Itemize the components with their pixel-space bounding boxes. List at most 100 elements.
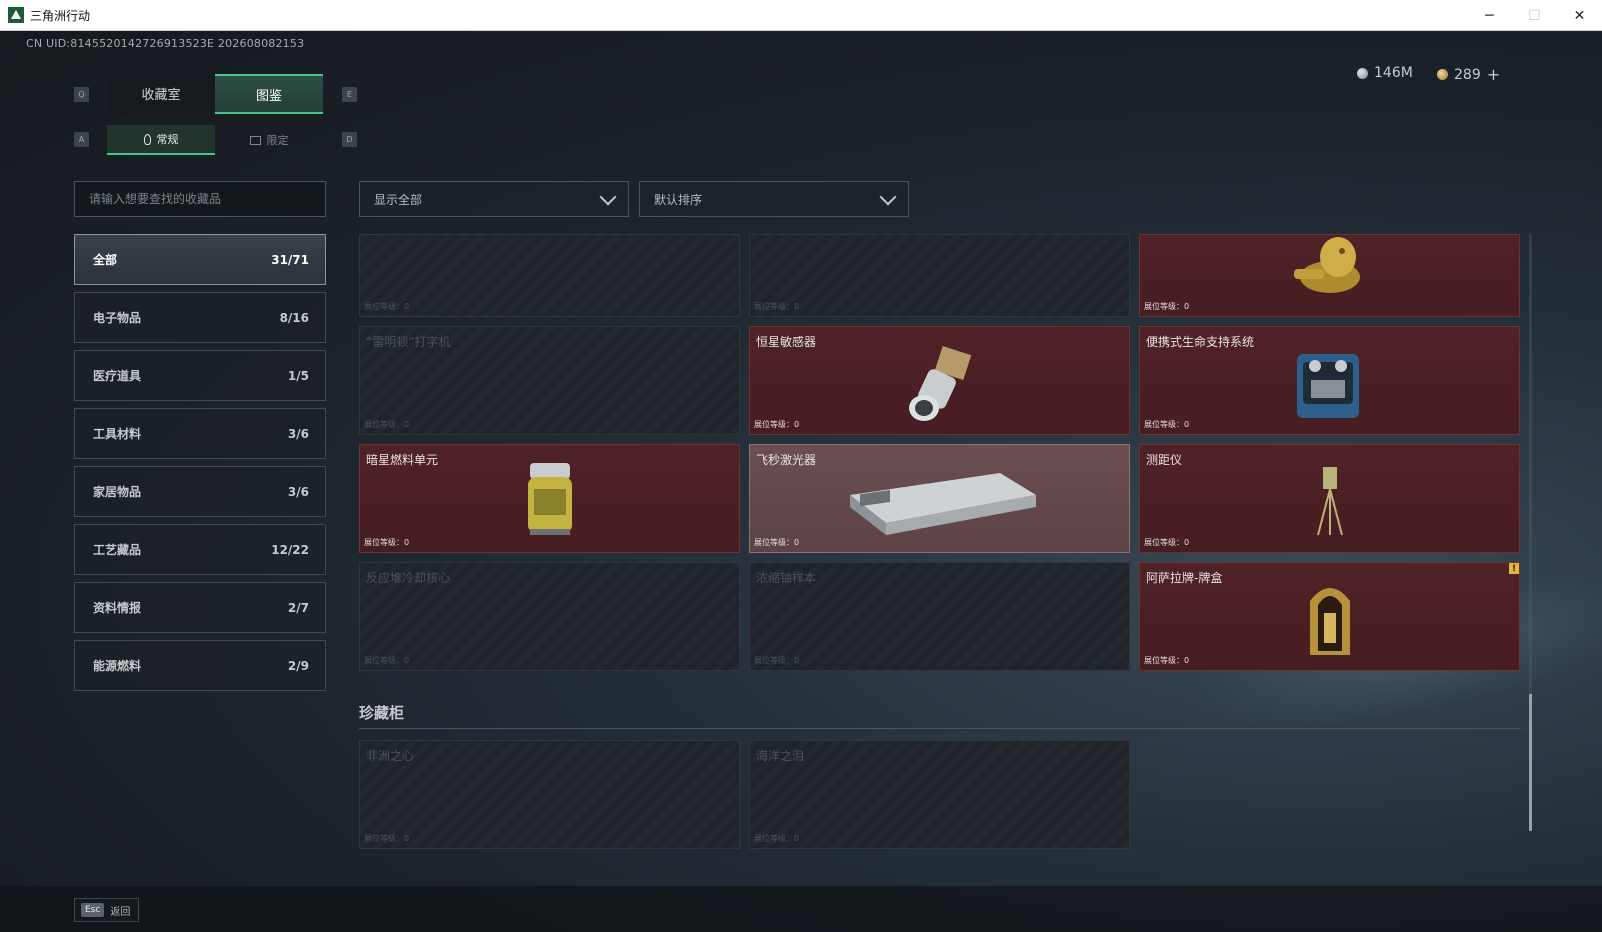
sidebar-item-intel[interactable]: 资料情报 2/7 — [74, 582, 326, 633]
tab-catalog[interactable]: 图鉴 — [215, 74, 323, 114]
keyhint-a: A — [74, 132, 89, 147]
card-name: 海洋之泪 — [756, 749, 805, 763]
sidebar-item-count: 12/22 — [271, 542, 309, 557]
collection-card[interactable]: 反应堆冷却核心 展位等级：0 — [359, 562, 740, 671]
silver-currency: 146M — [1357, 65, 1413, 81]
silver-coin-icon — [1357, 67, 1368, 79]
star-sensor-icon — [908, 345, 971, 421]
sidebar-item-count: 8/16 — [279, 310, 309, 325]
frame-icon — [249, 135, 261, 145]
sidebar-item-count: 1/5 — [287, 368, 309, 383]
card-level: 展位等级：0 — [754, 538, 800, 547]
window-title: 三角洲行动 — [30, 8, 91, 23]
section-divider — [359, 728, 1521, 729]
card-level: 展位等级：0 — [1144, 420, 1190, 429]
back-button[interactable]: Esc 返回 — [74, 898, 140, 922]
rangefinder-icon — [1316, 466, 1343, 535]
collection-card[interactable]: 展位等级：0 — [359, 234, 740, 317]
category-sidebar: 全部 31/71 电子物品 8/16 医疗道具 1/5 工具材料 3/6 家居物… — [74, 234, 326, 698]
tab-limited[interactable]: 限定 — [215, 125, 323, 155]
sidebar-item-count: 31/71 — [271, 252, 309, 267]
sidebar-item-count: 2/9 — [287, 658, 309, 673]
sidebar-item-label: 医疗道具 — [93, 369, 142, 383]
footer-bar: Esc 返回 — [0, 886, 1602, 932]
esc-key: Esc — [81, 903, 105, 917]
tab-collection-room[interactable]: 收藏室 — [107, 74, 215, 114]
close-icon[interactable]: ✕ — [1557, 0, 1602, 31]
treasure-section-title: 珍藏柜 — [359, 704, 405, 722]
keyhint-e: E — [342, 87, 357, 102]
sidebar-item-count: 3/6 — [287, 426, 309, 441]
chevron-down-icon — [879, 188, 897, 206]
sidebar-item-fuel[interactable]: 能源燃料 2/9 — [74, 640, 326, 691]
scrollbar-thumb[interactable] — [1529, 694, 1532, 831]
card-name: 恒星敏感器 — [756, 335, 817, 349]
maximize-icon[interactable]: ☐ — [1512, 0, 1557, 31]
collection-card[interactable]: 恒星敏感器 展位等级：0 — [749, 326, 1130, 435]
collection-card[interactable]: “雷明顿”打字机 展位等级：0 — [359, 326, 740, 435]
collection-card[interactable]: 阿萨拉牌-牌盒 ! 展位等级：0 — [1139, 562, 1520, 671]
sidebar-item-label: 工具材料 — [93, 427, 142, 441]
sidebar-item-label: 全部 — [93, 253, 118, 267]
search-input[interactable] — [74, 181, 326, 217]
card-name: 阿萨拉牌-牌盒 — [1146, 571, 1223, 585]
femtosecond-laser-icon — [849, 472, 1036, 535]
flame-icon — [143, 133, 151, 145]
add-currency-button[interactable]: + — [1487, 65, 1500, 84]
collection-card[interactable]: 测距仪 展位等级：0 — [1139, 444, 1520, 553]
sidebar-item-count: 3/6 — [287, 484, 309, 499]
card-level: 展位等级：0 — [1144, 538, 1190, 547]
card-level: 展位等级：0 — [754, 656, 800, 665]
sidebar-item-label: 资料情报 — [93, 601, 142, 615]
gold-currency: 289 + — [1437, 65, 1500, 84]
sidebar-item-count: 2/7 — [287, 600, 309, 615]
card-level: 展位等级：0 — [1144, 656, 1190, 665]
card-level: 展位等级：0 — [364, 538, 410, 547]
sidebar-item-medical[interactable]: 医疗道具 1/5 — [74, 350, 326, 401]
sidebar-item-all[interactable]: 全部 31/71 — [74, 234, 326, 285]
player-uid: CN UID:8145520142726913523E 202608082153 — [26, 37, 305, 50]
card-name: 浓缩铀样本 — [756, 571, 817, 585]
sidebar-item-tools[interactable]: 工具材料 3/6 — [74, 408, 326, 459]
tab-regular[interactable]: 常规 — [107, 125, 215, 155]
sidebar-item-label: 能源燃料 — [93, 659, 142, 673]
collection-card[interactable]: 飞秒激光器 展位等级：0 — [749, 444, 1130, 553]
display-filter-dropdown[interactable]: 显示全部 — [359, 181, 629, 217]
card-level: 展位等级：0 — [754, 420, 800, 429]
new-item-badge: ! — [1509, 563, 1519, 574]
collection-card[interactable]: 展位等级：0 — [1139, 234, 1520, 317]
card-level: 展位等级：0 — [364, 302, 410, 311]
collection-card[interactable]: 海洋之泪 展位等级：0 — [749, 740, 1130, 849]
fuel-cell-icon — [527, 462, 572, 535]
silver-amount: 146M — [1374, 65, 1413, 81]
tab-regular-label: 常规 — [156, 133, 179, 146]
card-name: 飞秒激光器 — [756, 453, 817, 467]
scrollbar[interactable] — [1529, 234, 1532, 831]
window-titlebar: 三角洲行动 ─ ☐ ✕ — [0, 0, 1602, 31]
card-level: 展位等级：0 — [1144, 302, 1190, 311]
collection-card[interactable]: 非洲之心 展位等级：0 — [359, 740, 740, 849]
display-filter-value: 显示全部 — [374, 192, 423, 207]
collection-card[interactable]: 便携式生命支持系统 展位等级：0 — [1139, 326, 1520, 435]
sidebar-item-label: 家居物品 — [93, 485, 142, 499]
gold-amount: 289 — [1454, 66, 1481, 83]
main-tabs: 收藏室 图鉴 — [107, 74, 323, 114]
golden-crocodile-icon — [1293, 236, 1360, 293]
card-name: 暗星燃料单元 — [366, 453, 439, 467]
card-box-icon — [1309, 587, 1350, 655]
card-level: 展位等级：0 — [364, 834, 410, 843]
card-level: 展位等级：0 — [364, 420, 410, 429]
sort-dropdown[interactable]: 默认排序 — [639, 181, 909, 217]
card-name: 反应堆冷却核心 — [366, 571, 451, 585]
collection-card[interactable]: 暗星燃料单元 展位等级：0 — [359, 444, 740, 553]
minimize-icon[interactable]: ─ — [1467, 0, 1512, 31]
sidebar-item-label: 电子物品 — [93, 311, 142, 325]
sort-value: 默认排序 — [654, 192, 703, 207]
collection-card[interactable]: 展位等级：0 — [749, 234, 1130, 317]
card-name: 非洲之心 — [366, 749, 415, 763]
sidebar-item-crafts[interactable]: 工艺藏品 12/22 — [74, 524, 326, 575]
sidebar-item-electronics[interactable]: 电子物品 8/16 — [74, 292, 326, 343]
collection-card[interactable]: 浓缩铀样本 展位等级：0 — [749, 562, 1130, 671]
card-name: “雷明顿”打字机 — [366, 335, 451, 349]
sidebar-item-household[interactable]: 家居物品 3/6 — [74, 466, 326, 517]
